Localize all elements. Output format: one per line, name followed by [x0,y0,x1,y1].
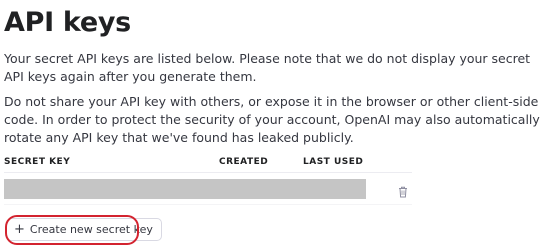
security-warning-text: Do not share your API key with others, o… [4,94,540,145]
table-header-divider [4,172,412,173]
create-new-secret-key-button[interactable]: + Create new secret key [6,218,162,241]
page-title: API keys [4,7,131,38]
intro-text: Your secret API keys are listed below. P… [4,51,531,84]
column-header-created: CREATED [219,157,269,167]
plus-icon: + [14,222,25,237]
column-header-last-used: LAST USED [303,157,364,167]
redacted-key-row [4,179,366,199]
create-button-label: Create new secret key [29,223,153,236]
trash-icon[interactable] [398,183,408,198]
table-row-divider [4,204,412,205]
column-header-secret-key: SECRET KEY [4,157,71,167]
